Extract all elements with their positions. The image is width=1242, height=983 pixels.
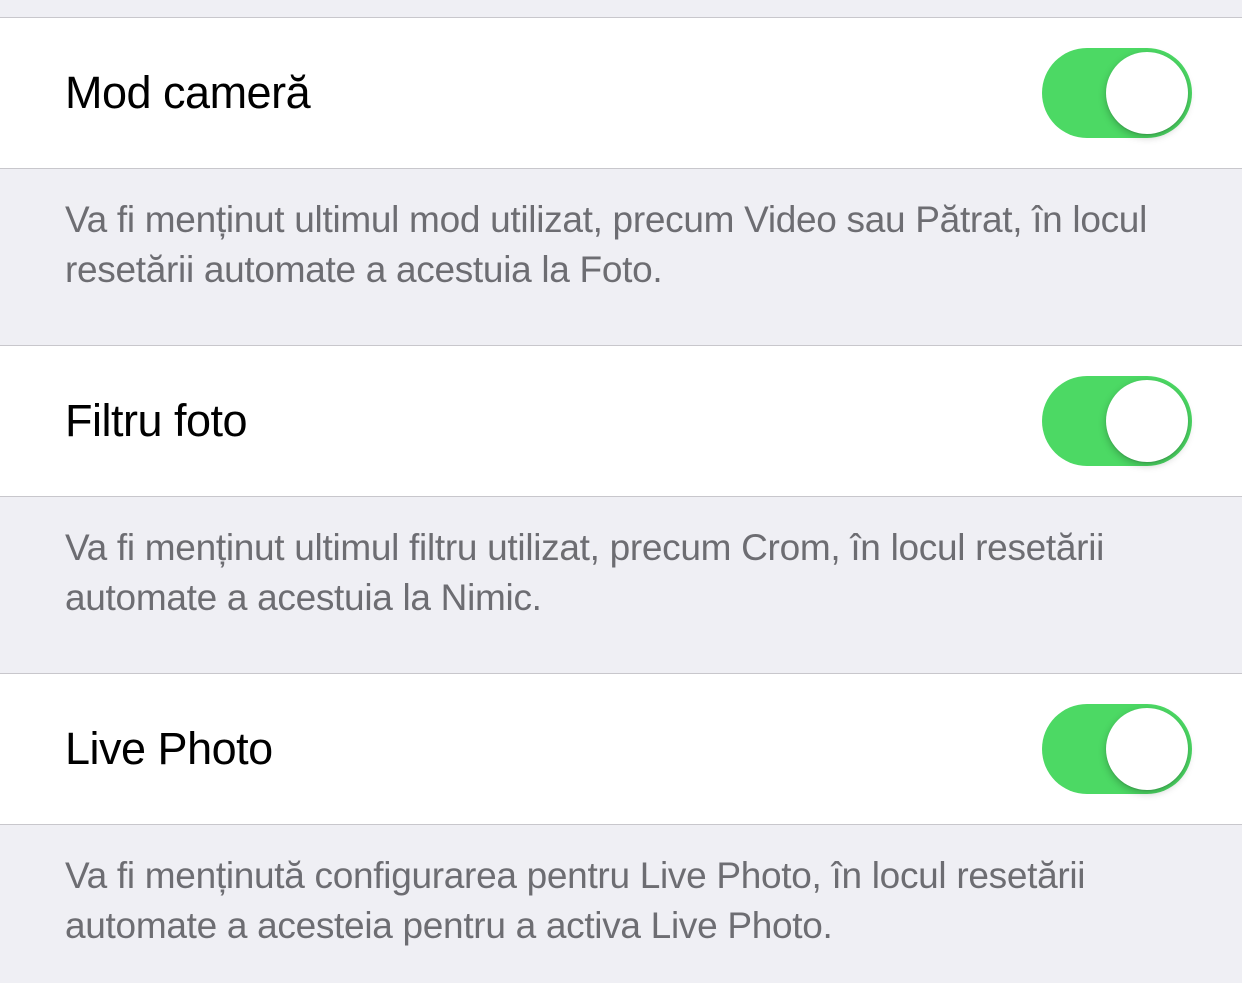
header-spacer xyxy=(0,0,1242,18)
toggle-live-photo[interactable] xyxy=(1042,704,1192,794)
toggle-photo-filter[interactable] xyxy=(1042,376,1192,466)
toggle-track xyxy=(1042,376,1192,466)
toggle-thumb xyxy=(1106,380,1188,462)
toggle-track xyxy=(1042,704,1192,794)
toggle-camera-mode[interactable] xyxy=(1042,48,1192,138)
setting-row-camera-mode: Mod cameră xyxy=(0,18,1242,169)
setting-label-photo-filter: Filtru foto xyxy=(65,395,247,447)
toggle-thumb xyxy=(1106,52,1188,134)
setting-row-photo-filter: Filtru foto xyxy=(0,346,1242,497)
description-camera-mode: Va fi menținut ultimul mod utilizat, pre… xyxy=(0,169,1242,346)
setting-label-camera-mode: Mod cameră xyxy=(65,67,310,119)
toggle-thumb xyxy=(1106,708,1188,790)
setting-row-live-photo: Live Photo xyxy=(0,674,1242,825)
description-photo-filter: Va fi menținut ultimul filtru utilizat, … xyxy=(0,497,1242,674)
toggle-track xyxy=(1042,48,1192,138)
setting-label-live-photo: Live Photo xyxy=(65,723,273,775)
